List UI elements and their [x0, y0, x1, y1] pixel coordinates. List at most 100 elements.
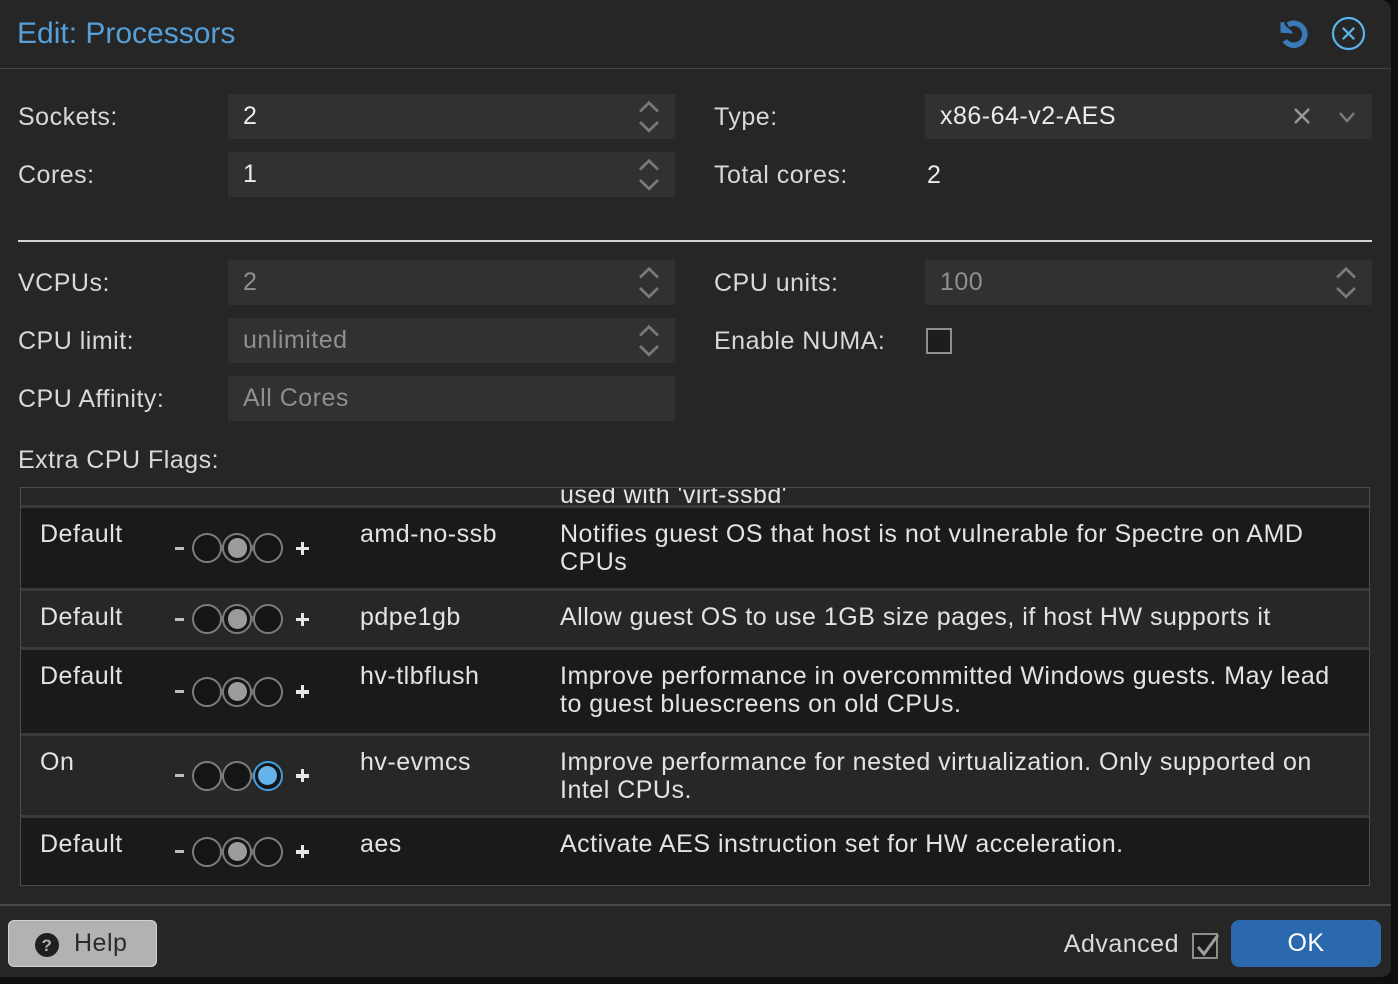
slider-dot-on[interactable]: [252, 676, 283, 707]
checkmark-icon: [1196, 934, 1220, 957]
slider-dot-off[interactable]: [192, 760, 222, 791]
cpu-affinity-placeholder: All Cores: [243, 384, 349, 412]
tri-state-slider[interactable]: [171, 760, 309, 791]
flag-value: Default: [40, 520, 123, 548]
flag-value: Default: [40, 830, 123, 858]
slider-dot-on[interactable]: [252, 760, 283, 791]
type-label: Type:: [714, 103, 778, 131]
cpu-affinity-input[interactable]: All Cores: [228, 376, 675, 421]
slider-plus-icon[interactable]: [296, 845, 309, 858]
slider-dot-default[interactable]: [222, 836, 253, 867]
tri-state-slider[interactable]: [171, 533, 309, 563]
slider-dot-off[interactable]: [192, 604, 222, 634]
cpu-flags-grid: used with 'virt-ssbd' Default amd-no-ssb…: [20, 487, 1370, 886]
tri-state-slider[interactable]: [171, 676, 309, 707]
slider-minus-icon[interactable]: [175, 546, 184, 550]
slider-dot-off[interactable]: [192, 533, 222, 563]
flag-row-hv-tlbflush[interactable]: Default hv-tlbflush Improve performance …: [21, 650, 1369, 736]
slider-dot-default[interactable]: [222, 676, 253, 707]
cpu-limit-input[interactable]: unlimited: [228, 318, 675, 363]
slider-dot-off[interactable]: [192, 676, 222, 707]
slider-plus-icon[interactable]: [296, 541, 309, 555]
sockets-spinner[interactable]: [631, 94, 667, 139]
slider-dot-on[interactable]: [252, 604, 283, 634]
flag-row-amd-no-ssb[interactable]: Default amd-no-ssb Notifies guest OS tha…: [21, 508, 1369, 591]
section-divider: [18, 240, 1372, 242]
ok-button[interactable]: OK: [1231, 920, 1381, 967]
flag-value: Default: [40, 603, 123, 631]
slider-dot-on[interactable]: [252, 533, 283, 563]
flag-description-line: Notifies guest OS that host is not vulne…: [560, 520, 1304, 548]
vcpus-input[interactable]: 2: [228, 260, 675, 305]
cpu-units-label: CPU units:: [714, 269, 839, 297]
slider-dot-fill: [227, 681, 247, 702]
slider-minus-icon[interactable]: [175, 690, 184, 693]
enable-numa-checkbox[interactable]: [926, 328, 952, 354]
dialog-header: Edit: Processors: [0, 0, 1391, 69]
close-icon[interactable]: [1331, 16, 1366, 51]
flag-description: Allow guest OS to use 1GB size pages, if…: [560, 603, 1271, 631]
flag-row-aes[interactable]: Default aes Activate AES instruction set…: [21, 818, 1369, 885]
cores-spinner[interactable]: [631, 152, 667, 197]
help-button-label: Help: [74, 929, 128, 957]
slider-dot-fill: [227, 841, 247, 862]
slider-plus-icon[interactable]: [296, 685, 309, 698]
dialog-title: Edit: Processors: [17, 17, 236, 50]
slider-dots: [192, 533, 283, 563]
slider-dots: [192, 836, 283, 867]
flag-name: aes: [360, 830, 402, 858]
slider-minus-icon[interactable]: [175, 617, 184, 621]
vcpus-value: 2: [243, 268, 258, 296]
cpu-units-value: 100: [940, 268, 984, 296]
clipped-grid-row[interactable]: used with 'virt-ssbd': [21, 488, 1369, 508]
tri-state-slider[interactable]: [171, 604, 309, 634]
tri-state-slider[interactable]: [171, 836, 309, 867]
cpu-units-spinner[interactable]: [1328, 260, 1364, 305]
sockets-input[interactable]: 2: [228, 94, 675, 139]
flag-description-line: Intel CPUs.: [560, 776, 692, 804]
flag-description: Notifies guest OS that host is not vulne…: [560, 520, 1303, 576]
flag-row-hv-evmcs[interactable]: On hv-evmcs Improve performance for nest…: [21, 736, 1369, 818]
clipped-flag-description: used with 'virt-ssbd': [560, 488, 788, 508]
sockets-value: 2: [243, 102, 258, 130]
flag-description-line: Improve performance in overcommitted Win…: [560, 662, 1330, 690]
sockets-label: Sockets:: [18, 103, 118, 131]
flag-row-pdpe1gb[interactable]: Default pdpe1gb Allow guest OS to use 1G…: [21, 591, 1369, 650]
flag-description-line: Improve performance for nested virtualiz…: [560, 748, 1312, 776]
slider-plus-icon[interactable]: [296, 769, 309, 782]
slider-dots: [192, 676, 283, 707]
slider-dot-default[interactable]: [222, 533, 253, 563]
slider-minus-icon[interactable]: [175, 774, 184, 777]
cpu-units-input[interactable]: 100: [925, 260, 1372, 305]
flag-value: Default: [40, 662, 123, 690]
flag-name: pdpe1gb: [360, 603, 461, 631]
advanced-label: Advanced: [1063, 930, 1179, 958]
flag-value: On: [40, 748, 75, 776]
flag-description-line: to guest bluescreens on old CPUs.: [560, 690, 962, 718]
edit-processors-dialog: Edit: Processors Sockets: 2 Type: x86-64…: [0, 0, 1391, 977]
reset-undo-icon[interactable]: [1280, 20, 1308, 49]
clear-icon[interactable]: [1293, 107, 1311, 125]
footer-divider: [0, 904, 1391, 906]
cores-input[interactable]: 1: [228, 152, 675, 197]
slider-plus-icon[interactable]: [296, 612, 309, 626]
flag-description: Improve performance in overcommitted Win…: [560, 662, 1330, 718]
slider-dot-default[interactable]: [222, 604, 253, 634]
cpu-limit-spinner[interactable]: [631, 318, 667, 363]
flag-name: amd-no-ssb: [360, 520, 497, 548]
flag-description-line: CPUs: [560, 548, 628, 576]
slider-dot-default[interactable]: [222, 760, 253, 791]
extra-cpu-flags-label: Extra CPU Flags:: [18, 446, 220, 474]
slider-dot-on[interactable]: [252, 836, 283, 867]
vcpus-spinner[interactable]: [631, 260, 667, 305]
chevron-down-icon[interactable]: [1338, 111, 1356, 123]
slider-minus-icon[interactable]: [175, 850, 184, 853]
slider-dot-fill: [258, 765, 278, 786]
advanced-checkbox[interactable]: [1192, 933, 1220, 959]
type-combobox[interactable]: x86-64-v2-AES: [925, 94, 1372, 139]
help-button[interactable]: ? Help: [8, 920, 157, 967]
cores-value: 1: [243, 160, 258, 188]
slider-dot-off[interactable]: [192, 836, 222, 867]
cpu-limit-label: CPU limit:: [18, 327, 135, 355]
flag-description: Improve performance for nested virtualiz…: [560, 748, 1312, 804]
